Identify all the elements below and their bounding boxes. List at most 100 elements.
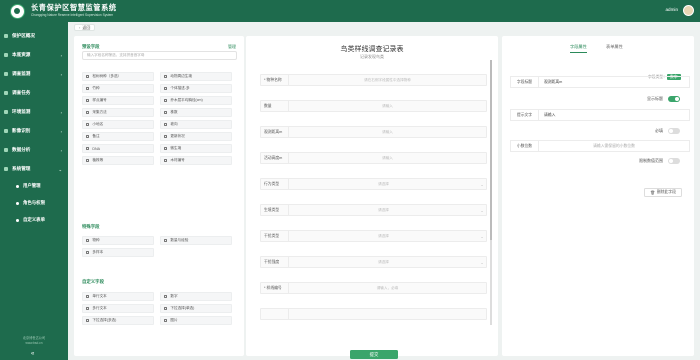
form-field-label: * 物种名称 <box>261 75 289 85</box>
preset-field-item[interactable]: 小地名 <box>82 120 154 129</box>
chevron-down-icon: ⌄ <box>480 181 484 187</box>
form-field-row[interactable]: 干扰类型 请选择 ⌄ <box>260 230 487 242</box>
collapse-icon[interactable]: « <box>31 351 34 357</box>
properties-panel: 字段属性 表单属性 字段类型： 数字 字段标题 观测距离m 显示标题 提示文字 请… <box>502 36 694 356</box>
chevron-right-icon: › <box>60 71 62 77</box>
custom-field-item[interactable]: 多行文本 <box>82 304 154 313</box>
form-field-label: * 样线编号 <box>261 283 289 293</box>
field-type-icon <box>164 306 168 311</box>
preset-fields-title: 预设字段 <box>82 44 100 49</box>
preset-field-item[interactable]: DNA <box>82 144 154 153</box>
field-type-icon <box>86 306 90 311</box>
preset-field-item[interactable]: 株数 <box>160 108 232 117</box>
form-field-input[interactable]: 请选择 <box>289 260 478 265</box>
sidebar-subitem-roles[interactable]: 角色与权限 <box>16 200 45 206</box>
preset-field-item[interactable]: 木材编号 <box>160 156 232 165</box>
form-field-input[interactable]: 请输入 <box>289 104 486 109</box>
sidebar-subitem-custom-form[interactable]: 自定义表单 <box>16 217 45 223</box>
form-field-row[interactable]: * 样线编号 请输入，必填 <box>260 282 487 294</box>
custom-field-item[interactable]: 数字 <box>160 292 232 301</box>
back-tab[interactable]: ‹ 返回 <box>74 24 96 31</box>
form-scrollbar[interactable] <box>490 60 492 325</box>
required-toggle[interactable] <box>668 128 680 134</box>
preset-field-item[interactable]: 样点编号 <box>82 96 154 105</box>
form-field-row[interactable]: * 物种名称 请在右侧字段属性中选择物种 <box>260 74 487 86</box>
range-toggle[interactable] <box>668 158 680 164</box>
form-field-label: 数量 <box>261 101 289 111</box>
custom-field-item[interactable]: 下拉选择(多选) <box>82 316 154 325</box>
sidebar-item-system[interactable]: 系统管理 ⌄ <box>4 164 66 174</box>
form-field-input[interactable]: 请选择 <box>289 182 478 187</box>
image-icon <box>4 129 8 133</box>
custom-field-item[interactable]: 图片 <box>160 316 232 325</box>
form-field-input[interactable]: 请选择 <box>289 208 478 213</box>
field-type-icon <box>164 110 168 115</box>
special-fields-title: 特殊字段 <box>82 224 100 229</box>
user-name[interactable]: admin <box>665 7 678 12</box>
preset-field-item[interactable]: 动物周边生境 <box>160 72 232 81</box>
field-title-input[interactable]: 观测距离m <box>539 80 689 85</box>
special-field-item[interactable]: 数量与经验 <box>160 236 232 245</box>
sidebar-item-resources[interactable]: 本底资源 › <box>4 50 66 60</box>
preset-field-item[interactable]: 乔木层平均胸径(cm) <box>160 96 232 105</box>
preset-field-item[interactable]: 植株等 <box>82 156 154 165</box>
form-field-row[interactable]: 行为类型 请选择 ⌄ <box>260 178 487 190</box>
field-type-icon <box>164 134 168 139</box>
sidebar-item-environment[interactable]: 环境监测 › <box>4 107 66 117</box>
preset-field-item[interactable]: 个体描述-多 <box>160 84 232 93</box>
form-field-input[interactable]: 请在右侧字段属性中选择物种 <box>289 78 486 83</box>
form-field-input[interactable]: 请输入，必填 <box>289 286 486 291</box>
form-field-row[interactable]: 干扰强度 请选择 ⌄ <box>260 256 487 268</box>
custom-field-item[interactable]: 单行文本 <box>82 292 154 301</box>
hint-text-input[interactable]: 请输入 <box>539 113 689 118</box>
form-field-row[interactable]: 活动高度m 请输入 <box>260 152 487 164</box>
sidebar-item-tasks[interactable]: 调查任务 <box>4 88 66 98</box>
field-type-icon <box>164 158 168 163</box>
form-field-row[interactable]: 生境类型 请选择 ⌄ <box>260 204 487 216</box>
submit-button[interactable]: 提交 <box>350 350 398 359</box>
custom-field-item[interactable]: 下拉选择(单选) <box>160 304 232 313</box>
preset-field-item[interactable]: 松树树种（多选） <box>82 72 154 81</box>
form-field-row[interactable]: 观测距离m 请输入 <box>260 126 487 138</box>
field-type-icon <box>164 122 168 127</box>
field-type-icon <box>86 146 90 151</box>
field-type-icon <box>86 122 90 127</box>
form-field-row[interactable]: 数量 请输入 <box>260 100 487 112</box>
special-field-item[interactable]: 多样本 <box>82 248 154 257</box>
tab-field-properties[interactable]: 字段属性 <box>570 44 587 53</box>
decimal-places-input[interactable]: 请输入需保留的小数位数 <box>539 144 689 149</box>
show-title-toggle[interactable] <box>668 96 680 102</box>
form-field-label: 观测距离m <box>261 127 289 137</box>
resources-icon <box>4 53 8 57</box>
overview-icon <box>4 34 8 38</box>
form-field-input[interactable]: 请输入 <box>289 156 486 161</box>
field-type-icon <box>86 158 90 163</box>
chevron-right-icon: › <box>60 109 62 115</box>
form-field-row[interactable] <box>260 308 487 320</box>
preset-field-item[interactable]: 采集方法 <box>82 108 154 117</box>
manage-link[interactable]: 管理 <box>228 44 236 50</box>
back-arrow-icon: ‹ <box>79 25 81 30</box>
chevron-right-icon: › <box>60 52 62 58</box>
preset-field-item[interactable]: 竹种 <box>82 84 154 93</box>
sidebar-item-image-recognition[interactable]: 影像识别 › <box>4 126 66 136</box>
preset-field-item[interactable]: 坡向 <box>160 120 232 129</box>
sidebar-item-analysis[interactable]: 数据分析 › <box>4 145 66 155</box>
tab-form-properties[interactable]: 表单属性 <box>606 44 623 50</box>
form-field-input[interactable]: 请选择 <box>289 234 478 239</box>
avatar[interactable] <box>683 5 694 16</box>
field-search-input[interactable]: 输入字段名称筛选，支持拼音首字母 <box>82 51 237 60</box>
form-field-input[interactable]: 请输入 <box>289 130 486 135</box>
app-subtitle: Changqing Nature Reserve Intelligent Sup… <box>31 13 114 17</box>
field-type-icon <box>86 98 90 103</box>
sidebar-subitem-users[interactable]: 用户管理 <box>16 183 41 189</box>
sidebar-item-overview[interactable]: 保护区概况 <box>4 31 66 41</box>
delete-field-button[interactable]: 🗑 删除此字段 <box>644 188 682 197</box>
preset-field-item[interactable]: 微生境 <box>160 144 232 153</box>
sidebar-item-survey[interactable]: 调查监测 › <box>4 69 66 79</box>
special-field-item[interactable]: 物种 <box>82 236 154 245</box>
form-field-label: 干扰类型 <box>261 231 289 241</box>
trash-icon: 🗑 <box>650 191 655 195</box>
preset-field-item[interactable]: 更新状况 <box>160 132 232 141</box>
preset-field-item[interactable]: 备注 <box>82 132 154 141</box>
